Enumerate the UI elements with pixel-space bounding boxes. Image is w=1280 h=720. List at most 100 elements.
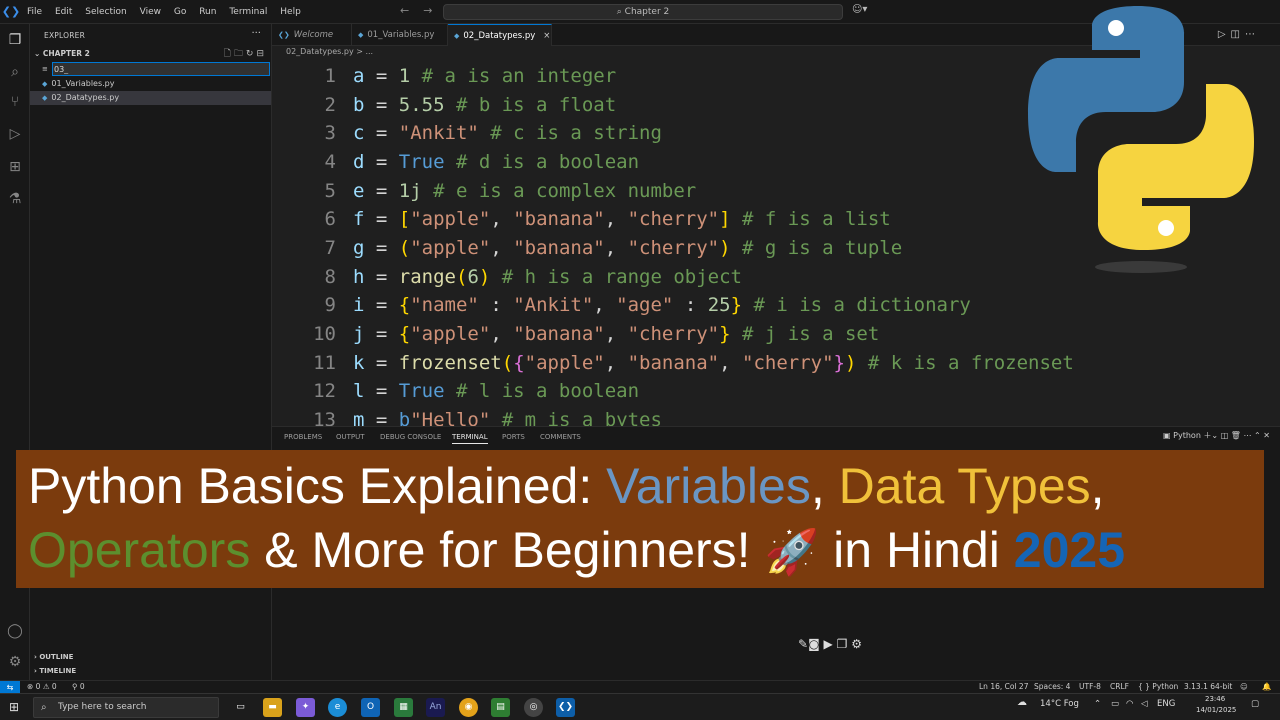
python-interpreter[interactable]: 3.13.1 64-bit xyxy=(1184,682,1232,691)
explorer-icon[interactable]: ❐ xyxy=(5,30,25,50)
display-icon[interactable]: ▭ xyxy=(1111,699,1119,709)
document-icon[interactable]: ▤ xyxy=(491,698,510,717)
vscode-taskbar-icon[interactable]: ❮❯ xyxy=(556,698,575,717)
camera-icon[interactable]: ◙ xyxy=(808,637,820,651)
window-icon[interactable]: ❐ xyxy=(837,637,848,651)
more-actions-icon[interactable]: ··· xyxy=(251,28,261,39)
refresh-icon[interactable]: ↻ xyxy=(246,49,257,59)
eol[interactable]: CRLF xyxy=(1110,682,1129,691)
volume-icon[interactable]: ◁ xyxy=(1141,699,1148,709)
code-line[interactable]: c = "Ankit" # c is a string xyxy=(353,119,662,147)
tab-02-datatypes[interactable]: ◆ 02_Datatypes.py × xyxy=(448,24,552,46)
menu-run[interactable]: Run xyxy=(199,7,216,17)
code-line[interactable]: i = {"name" : "Ankit", "age" : 25} # i i… xyxy=(353,291,971,319)
code-line[interactable]: l = True # l is a boolean xyxy=(353,377,639,405)
code-line[interactable]: f = ["apple", "banana", "cherry"] # f is… xyxy=(353,205,891,233)
edge-icon[interactable]: e xyxy=(328,698,347,717)
clock-date[interactable]: 14/01/2025 xyxy=(1196,706,1236,714)
file-explorer-icon[interactable]: ▬ xyxy=(263,698,282,717)
store-icon[interactable]: ▦ xyxy=(394,698,413,717)
file-item-01-variables[interactable]: ◆ 01_Variables.py xyxy=(30,77,271,91)
outlook-icon[interactable]: O xyxy=(361,698,380,717)
source-control-icon[interactable]: ⑂ xyxy=(5,92,25,112)
code-line[interactable]: a = 1 # a is an integer xyxy=(353,62,616,90)
copilot-icon[interactable]: ☺ xyxy=(1240,682,1248,691)
tab-output[interactable]: OUTPUT xyxy=(336,433,365,441)
arrow-right-icon[interactable]: → xyxy=(423,4,432,17)
indentation[interactable]: Spaces: 4 xyxy=(1034,682,1070,691)
menu-selection[interactable]: Selection xyxy=(85,7,126,17)
collapse-all-icon[interactable]: ⊟ xyxy=(256,49,267,59)
taskbar-search[interactable]: ⌕ Type here to search xyxy=(33,697,219,718)
folder-label: CHAPTER 2 xyxy=(42,49,90,58)
code-line[interactable]: g = ("apple", "banana", "cherry") # g is… xyxy=(353,234,902,262)
notification-icon[interactable]: ▢ xyxy=(1251,699,1259,709)
menu-edit[interactable]: Edit xyxy=(55,7,72,17)
animate-icon[interactable]: An xyxy=(426,698,445,717)
extensions-icon[interactable]: ⊞ xyxy=(5,157,25,177)
menu-help[interactable]: Help xyxy=(280,7,301,17)
obs-icon[interactable]: ◎ xyxy=(524,698,543,717)
video-icon[interactable]: ▶ xyxy=(824,637,833,651)
tab-terminal[interactable]: TERMINAL xyxy=(452,433,488,444)
code-line[interactable]: j = {"apple", "banana", "cherry"} # j is… xyxy=(353,320,879,348)
more-actions-icon[interactable]: ⋯ xyxy=(1244,431,1255,440)
tray-chevron-icon[interactable]: ⌃ xyxy=(1094,699,1101,709)
code-line[interactable]: e = 1j # e is a complex number xyxy=(353,177,696,205)
menu-view[interactable]: View xyxy=(140,7,161,17)
wifi-icon[interactable]: ◠ xyxy=(1126,699,1133,709)
code-line[interactable]: m = b"Hello" # m is a bytes xyxy=(353,406,662,426)
maximize-panel-icon[interactable]: ⌃ xyxy=(1254,431,1263,440)
task-view-icon[interactable]: ▭ xyxy=(231,698,250,717)
run-debug-icon[interactable]: ▷ xyxy=(5,124,25,144)
copilot-app-icon[interactable]: ✦ xyxy=(296,698,315,717)
pen-icon[interactable]: ✎ xyxy=(798,637,808,651)
code-line[interactable]: b = 5.55 # b is a float xyxy=(353,91,616,119)
windows-start-icon[interactable]: ⊞ xyxy=(9,700,19,714)
chrome-icon[interactable]: ◉ xyxy=(459,698,478,717)
outline-section[interactable]: › OUTLINE xyxy=(34,653,73,661)
command-center-search[interactable]: ⌕ Chapter 2 xyxy=(443,4,843,20)
gear-icon[interactable]: ⚙ xyxy=(5,652,25,672)
account-icon[interactable]: ◯ xyxy=(5,621,25,641)
code-line[interactable]: h = range(6) # h is a range object xyxy=(353,263,742,291)
problems-status[interactable]: ⊗ 0 ⚠ 0 xyxy=(27,682,57,691)
new-file-icon[interactable]: 🗋 xyxy=(224,49,234,59)
tab-problems[interactable]: PROBLEMS xyxy=(284,433,322,441)
cursor-position[interactable]: Ln 16, Col 27 xyxy=(979,682,1028,691)
bell-icon[interactable]: 🔔 xyxy=(1262,682,1271,691)
code-line[interactable]: d = True # d is a boolean xyxy=(353,148,639,176)
testing-icon[interactable]: ⚗ xyxy=(5,189,25,209)
tab-comments[interactable]: COMMENTS xyxy=(540,433,581,441)
clock-time[interactable]: 23:46 xyxy=(1205,695,1225,703)
tab-debug-console[interactable]: DEBUG CONSOLE xyxy=(380,433,441,441)
language-mode[interactable]: { } Python xyxy=(1138,682,1178,691)
weather-text[interactable]: 14°C Fog xyxy=(1040,699,1079,709)
tab-01-variables[interactable]: ◆ 01_Variables.py xyxy=(352,24,448,46)
banner-operators: Operators xyxy=(28,522,251,578)
new-file-name-input[interactable] xyxy=(52,62,270,76)
split-terminal-icon[interactable]: ◫ xyxy=(1221,431,1231,440)
menu-terminal[interactable]: Terminal xyxy=(229,7,267,17)
terminal-name[interactable]: Python xyxy=(1173,431,1201,440)
close-icon[interactable]: × xyxy=(543,31,550,41)
language-indicator[interactable]: ENG xyxy=(1157,699,1175,709)
gear-icon[interactable]: ⚙ xyxy=(851,637,862,651)
file-item-02-datatypes[interactable]: ◆ 02_Datatypes.py xyxy=(30,91,271,105)
ports-status[interactable]: ⚲ 0 xyxy=(72,682,85,691)
code-line[interactable]: k = frozenset({"apple", "banana", "cherr… xyxy=(353,349,1074,377)
arrow-left-icon[interactable]: ← xyxy=(400,4,409,17)
menu-go[interactable]: Go xyxy=(174,7,186,17)
tab-ports[interactable]: PORTS xyxy=(502,433,525,441)
menu-file[interactable]: File xyxy=(27,7,42,17)
search-icon[interactable]: ⌕ xyxy=(5,62,25,82)
tab-welcome[interactable]: ❮❯ Welcome xyxy=(272,24,352,46)
trash-icon[interactable]: 🗑 xyxy=(1231,431,1244,440)
encoding[interactable]: UTF-8 xyxy=(1079,682,1101,691)
new-folder-icon[interactable]: 🗀 xyxy=(234,49,246,59)
close-icon[interactable]: ✕ xyxy=(1263,431,1270,440)
add-terminal-icon[interactable]: ＋⌄ xyxy=(1203,431,1220,440)
copilot-icon[interactable]: ☺▾ xyxy=(852,4,867,15)
breadcrumb[interactable]: 02_Datatypes.py > ... xyxy=(286,47,373,56)
timeline-section[interactable]: › TIMELINE xyxy=(34,667,76,675)
